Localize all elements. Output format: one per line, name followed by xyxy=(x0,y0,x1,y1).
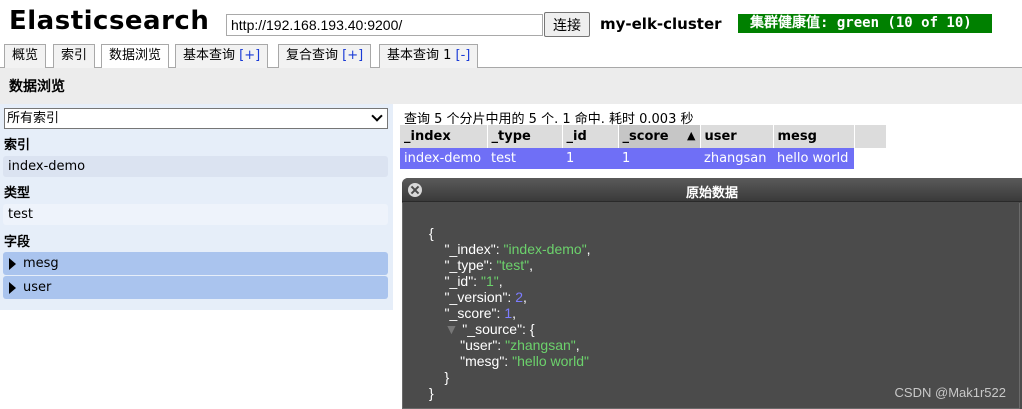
results-table: _index _type _id _score ▲ user mesg inde… xyxy=(400,125,887,169)
column-header-index[interactable]: _index xyxy=(400,125,488,148)
json-value-type: test xyxy=(501,257,525,273)
column-header-label: _score xyxy=(622,129,669,144)
sidebar-field-mesg[interactable]: mesg xyxy=(3,252,388,275)
tab-label: 数据浏览 xyxy=(109,48,162,63)
sidebar-field-user[interactable]: user xyxy=(3,276,388,299)
header: Elasticsearch 连接 my-elk-cluster 集群健康值: g… xyxy=(0,0,1022,44)
sidebar-item-label: index-demo xyxy=(8,159,86,174)
connect-button[interactable]: 连接 xyxy=(544,12,590,37)
page-title: 数据浏览 xyxy=(9,79,65,95)
tab-remove-toggle[interactable]: [-] xyxy=(456,48,471,63)
expand-arrow-icon xyxy=(9,282,16,294)
server-url-input[interactable] xyxy=(226,14,543,36)
dialog-title: 原始数据 xyxy=(685,186,738,201)
app-root: Elasticsearch 连接 my-elk-cluster 集群健康值: g… xyxy=(0,0,1022,409)
table-row[interactable]: index-demo test 1 1 zhangsan hello world xyxy=(400,148,886,169)
tab-basic-query-1[interactable]: 基本查询 1 [-] xyxy=(379,44,479,68)
page-title-bar: 数据浏览 xyxy=(0,68,1022,104)
index-select[interactable]: 所有索引 xyxy=(4,108,388,129)
cluster-name: my-elk-cluster xyxy=(600,15,722,33)
sidebar-item-label: mesg xyxy=(23,256,59,271)
section-heading-fields: 字段 xyxy=(4,235,31,250)
column-header-user[interactable]: user xyxy=(700,125,774,148)
tab-compound-query[interactable]: 复合查询 [+] xyxy=(278,44,372,68)
json-value-id: 1 xyxy=(485,273,494,289)
json-value-mesg: hello world xyxy=(517,353,584,369)
column-header-mesg[interactable]: mesg xyxy=(773,125,855,148)
section-heading-type: 类型 xyxy=(4,186,31,201)
tab-add-toggle[interactable]: [+] xyxy=(342,48,363,63)
json-value-version: 2 xyxy=(515,289,523,305)
tab-overview[interactable]: 概览 xyxy=(4,44,47,68)
sidebar-item-index[interactable]: index-demo xyxy=(3,156,388,177)
collapse-toggle-icon[interactable]: ▼ xyxy=(429,321,459,337)
tab-label: 概览 xyxy=(12,48,39,63)
app-title: Elasticsearch xyxy=(9,6,210,36)
sort-ascending-icon: ▲ xyxy=(687,129,696,142)
json-value-score: 1 xyxy=(504,305,513,321)
json-value-user: zhangsan xyxy=(510,337,571,353)
cell-filler xyxy=(854,148,886,169)
cell-score: 1 xyxy=(618,148,700,169)
dialog-titlebar: 原始数据 xyxy=(402,178,1022,202)
cell-user: zhangsan xyxy=(700,148,773,169)
tab-label: 基本查询 xyxy=(183,48,236,63)
browser-sidebar: 所有索引 索引 index-demo 类型 test 字段 mesg user xyxy=(0,104,393,310)
tab-label: 索引 xyxy=(61,48,88,63)
cell-index: index-demo xyxy=(400,148,487,169)
tab-add-toggle[interactable]: [+] xyxy=(239,48,260,63)
column-header-filler xyxy=(854,125,887,148)
close-icon[interactable] xyxy=(408,183,422,197)
table-header-row: _index _type _id _score ▲ user mesg xyxy=(400,125,887,148)
json-value-index: index-demo xyxy=(508,241,582,257)
column-header-type[interactable]: _type xyxy=(487,125,563,148)
cluster-health-badge: 集群健康值: green (10 of 10) xyxy=(738,14,992,33)
cell-type: test xyxy=(487,148,562,169)
sidebar-item-label: user xyxy=(23,280,52,295)
json-viewer: { "_index": "index-demo", "_type": "test… xyxy=(429,225,591,401)
tab-basic-query[interactable]: 基本查询 [+] xyxy=(175,44,269,68)
chevron-down-icon xyxy=(371,110,383,122)
tab-browser[interactable]: 数据浏览 xyxy=(101,44,170,69)
tab-bar: 概览 索引 数据浏览 基本查询 [+] 复合查询 [+] 基本查询 1 [-] xyxy=(0,44,1022,69)
tab-label: 复合查询 xyxy=(286,48,339,63)
sidebar-item-type[interactable]: test xyxy=(3,204,388,225)
dialog-body: { "_index": "index-demo", "_type": "test… xyxy=(402,203,1020,409)
expand-arrow-icon xyxy=(9,258,16,270)
tab-label: 基本查询 1 xyxy=(387,48,452,63)
section-heading-index: 索引 xyxy=(4,138,31,153)
index-select-value: 所有索引 xyxy=(7,111,60,126)
watermark: CSDN @Mak1r522 xyxy=(894,385,1006,400)
sidebar-item-label: test xyxy=(8,207,33,222)
cell-id: 1 xyxy=(562,148,618,169)
column-header-id[interactable]: _id xyxy=(562,125,619,148)
cell-mesg: hello world xyxy=(773,148,854,169)
tab-indices[interactable]: 索引 xyxy=(53,44,96,68)
raw-data-dialog: 原始数据 { "_index": "index-demo", "_type": … xyxy=(402,178,1022,409)
column-header-score[interactable]: _score ▲ xyxy=(618,125,701,148)
